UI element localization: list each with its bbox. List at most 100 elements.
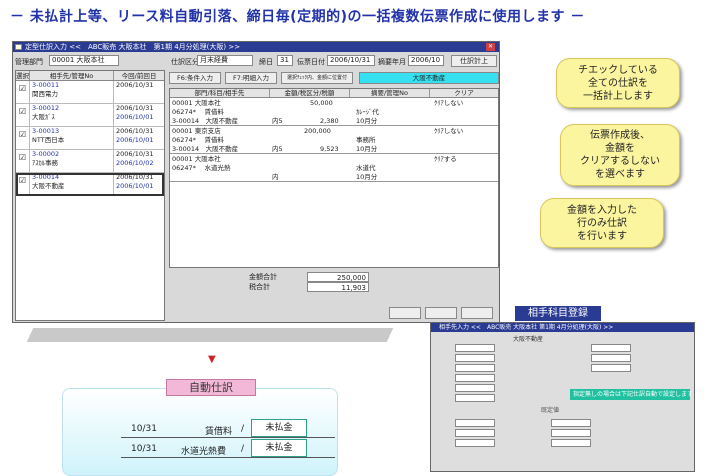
sub-field[interactable]	[455, 419, 495, 427]
current-date: 2006/10/31	[116, 173, 154, 181]
f6-button[interactable]: F6:条件入力	[169, 72, 221, 84]
entry-dept: 00001 大阪本社	[172, 155, 221, 163]
bottom-button-1[interactable]	[389, 307, 421, 319]
entry-grid-header: 部門/科目/相手先 金額/税区分/税額 摘要/管理No クリア	[170, 89, 498, 98]
sub-field[interactable]	[455, 384, 495, 392]
list-item-selected[interactable]: ☑ 3-00014 大阪不動産 2006/10/31 2006/10/01	[16, 173, 164, 196]
current-date: 2006/10/31	[116, 81, 154, 89]
row1-account: 賃借料	[205, 427, 233, 437]
partner-code: 3-00013	[32, 127, 60, 135]
entry-clear-option[interactable]: ｸﾘｱしない	[434, 127, 463, 135]
sub-field[interactable]	[455, 429, 495, 437]
col-partner: 相手先/管理No	[30, 71, 114, 80]
checkbox[interactable]: ☑	[16, 173, 30, 195]
sub-field[interactable]	[455, 364, 495, 372]
entry-tax-class: 内	[272, 173, 279, 181]
sub-field[interactable]	[551, 439, 591, 447]
sub-field[interactable]	[591, 354, 631, 362]
row2-date: 10/31	[131, 444, 157, 454]
bottom-button-3[interactable]	[461, 307, 493, 319]
dept-field[interactable]: 00001 大阪本社	[49, 55, 119, 66]
window-titlebar: 定型仕訳入力 << ABC販売 大阪本社 第1期 4月分処理(大阪) >> ✕	[13, 42, 499, 52]
amount-total-label: 金額合計	[249, 273, 277, 281]
list-item[interactable]: ☑ 3-00013 NTT西日本 2006/10/31 2006/10/01	[16, 127, 164, 150]
sub-field[interactable]	[551, 429, 591, 437]
window-shadow	[26, 328, 394, 342]
callout-clear: 伝票作成後、 金額を クリアするしない を選べます	[560, 124, 680, 186]
class-field[interactable]: 月末経費	[197, 55, 253, 66]
partner-code: 3-00011	[32, 81, 60, 89]
entry-account: 06274* 賃借料	[172, 108, 224, 116]
divider	[121, 437, 335, 438]
sub-field[interactable]	[591, 364, 631, 372]
date-label: 締日	[259, 58, 273, 66]
entry-row[interactable]: 00001 大阪本社 06247* 水道光熱 内 水道代 10月分 ｸﾘｱする	[170, 154, 498, 182]
app-icon	[15, 44, 22, 50]
f7-button[interactable]: F7:明細入力	[225, 72, 277, 84]
list-item[interactable]: ☑ 3-00011 関西電力 2006/10/31	[16, 81, 164, 104]
partner-registration-label: 相手科目登録	[515, 306, 601, 321]
entry-memo: 水道代	[356, 164, 376, 172]
callout-amount: 金額を入力した 行のみ仕訳 を行います	[540, 198, 664, 248]
sub-field[interactable]	[591, 344, 631, 352]
detail-toolbar: F6:条件入力 F7:明細入力 選択ﾁｪｯｸ内、金額に位置付 大阪不動産	[169, 70, 499, 86]
callout-bulk-post: チエックしている 全ての仕訳を 一括計上します	[556, 58, 680, 108]
sub-field[interactable]	[551, 419, 591, 427]
partner-code: 3-00002	[32, 150, 60, 158]
entry-dept: 00001 東京支店	[172, 127, 221, 135]
tax-total-label: 税合計	[249, 283, 270, 291]
partner-name: 大阪ｶﾞｽ	[32, 113, 55, 121]
list-item[interactable]: ☑ 3-00012 大阪ｶﾞｽ 2006/10/31 2006/10/01	[16, 104, 164, 127]
row1-slash: /	[241, 424, 245, 434]
divider	[121, 457, 335, 458]
entry-amount[interactable]: 50,000	[310, 99, 333, 107]
bottom-button-2[interactable]	[425, 307, 457, 319]
entry-clear-option[interactable]: ｸﾘｱする	[434, 155, 457, 163]
slip-date-field[interactable]: 2006/10/31	[327, 55, 375, 66]
entry-row[interactable]: 00001 東京支店 06274* 賃借料 3-00014 大阪不動産 200,…	[170, 126, 498, 154]
entry-account: 06247* 水道光熱	[172, 164, 231, 172]
sub-field[interactable]	[455, 374, 495, 382]
post-button[interactable]: 仕訳計上	[451, 55, 497, 67]
sub-partner-name: 大阪不動産	[513, 336, 544, 343]
checkbox[interactable]: ☑	[16, 150, 30, 172]
partner-name: 大阪不動産	[32, 182, 65, 190]
entry-tax: 9,523	[320, 145, 339, 153]
list-item[interactable]: ☑ 3-00002 ｱｽｶﾙ事務 2006/10/31 2006/10/02	[16, 150, 164, 173]
current-date: 2006/10/31	[116, 150, 154, 158]
entry-dept: 00001 大阪本社	[172, 99, 221, 107]
col-amount: 金額/税区分/税額	[270, 89, 350, 97]
amount-total: 250,000	[307, 272, 369, 282]
checkbox[interactable]: ☑	[16, 104, 30, 126]
entry-tax-class: 内5	[272, 145, 283, 153]
sub-auto-notice: 指定無しの場合は下記仕訳自動で設定します	[570, 389, 693, 400]
partner-name: 関西電力	[32, 90, 58, 98]
sub-field[interactable]	[455, 394, 495, 402]
entry-clear-option[interactable]: ｸﾘｱしない	[434, 99, 463, 107]
position-button[interactable]: 選択ﾁｪｯｸ内、金額に位置付	[281, 72, 353, 84]
previous-date: 2006/10/01	[116, 136, 154, 144]
dept-label: 管理部門	[15, 58, 43, 66]
row2-account: 水道光熱費	[181, 447, 227, 457]
auto-journal-label: 自動仕訳	[166, 379, 256, 396]
partner-name: ｱｽｶﾙ事務	[32, 159, 58, 167]
partner-name: NTT西日本	[32, 136, 65, 144]
entry-row[interactable]: 00001 大阪本社 06274* 賃借料 3-00014 大阪不動産 50,0…	[170, 98, 498, 126]
checkbox[interactable]: ☑	[16, 127, 30, 149]
sub-field[interactable]	[455, 439, 495, 447]
year-field[interactable]: 2006/10	[408, 55, 444, 66]
detail-pane: F6:条件入力 F7:明細入力 選択ﾁｪｯｸ内、金額に位置付 大阪不動産 部門/…	[169, 70, 499, 321]
tax-total: 11,903	[307, 282, 369, 292]
auto-journal-panel: 10/31 賃借料 / 未払金 10/31 水道光熱費 / 未払金	[62, 388, 338, 476]
checkbox[interactable]: ☑	[16, 81, 30, 103]
date-field[interactable]: 31	[277, 55, 293, 66]
entry-amount[interactable]: 200,000	[304, 127, 331, 135]
close-icon[interactable]: ✕	[486, 43, 495, 51]
sub-field[interactable]	[455, 344, 495, 352]
page-header: － 未払計上等、リース料自動引落、締日毎(定期的)の一括複数伝票作成に使用します…	[10, 9, 585, 25]
previous-date: 2006/10/01	[116, 113, 154, 121]
partner-list-header: 選択 相手先/管理No 今回/前回日	[16, 71, 164, 81]
row1-credit: 未払金	[251, 419, 307, 437]
sub-field[interactable]	[455, 354, 495, 362]
partner-code: 3-00014	[32, 173, 60, 181]
